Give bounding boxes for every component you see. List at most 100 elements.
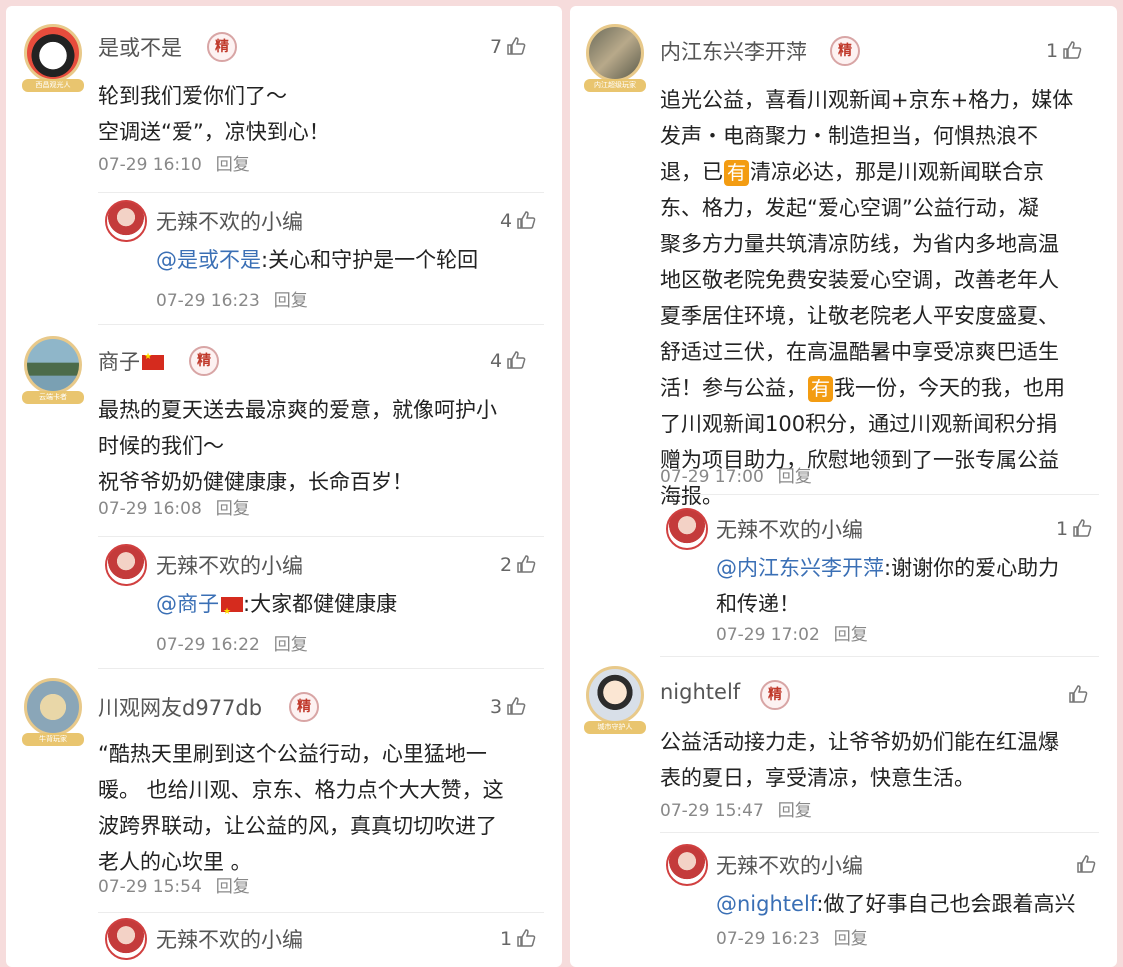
reply-text: @内江东兴李开萍:谢谢你的爱心助力 和传递！ — [716, 550, 1059, 622]
divider — [98, 192, 544, 193]
thumbs-up-icon — [1073, 519, 1092, 537]
like-count: 7 — [490, 36, 503, 58]
photo-avatar-icon — [586, 24, 644, 82]
like-count: 3 — [490, 696, 503, 718]
reply-link[interactable]: 回复 — [216, 499, 250, 519]
reply-meta: 07-29 16:22 回复 — [156, 630, 308, 655]
comment-meta: 07-29 16:08 回复 — [98, 494, 250, 519]
reply-username[interactable]: 无辣不欢的小编 — [156, 206, 303, 236]
comment-line: 最热的夏天送去最凉爽的爱意，就像呵护小 — [98, 398, 497, 422]
reply-username[interactable]: 无辣不欢的小编 — [156, 550, 303, 580]
comment-line: 东、格力，发起“爱心空调”公益行动，凝 — [660, 190, 1073, 226]
reply-content: :大家都健健康康 — [243, 592, 398, 616]
like-count: 1 — [500, 928, 513, 950]
thumbs-up-icon — [1077, 855, 1096, 873]
character-avatar-icon — [24, 678, 82, 736]
avatar[interactable]: 云端卡者 — [22, 336, 84, 404]
character-avatar-icon — [586, 666, 644, 724]
like-button[interactable] — [1064, 684, 1088, 706]
thumbs-up-icon — [1063, 41, 1082, 59]
panda-avatar-icon — [24, 24, 82, 82]
reply-avatar[interactable] — [105, 918, 147, 960]
you-highlight-badge: 有 — [808, 376, 834, 402]
comment-text-segment: 发声・电商聚力・制造担当，何惧热浪不 — [660, 124, 1038, 148]
reply-avatar[interactable] — [666, 508, 708, 550]
comment-text-segment: 海报。 — [660, 484, 723, 508]
featured-badge: 精 — [289, 692, 319, 722]
landscape-avatar-icon — [24, 336, 82, 394]
mention-link[interactable]: @商子 — [156, 592, 243, 630]
mention-link[interactable]: @内江东兴李开萍 — [716, 556, 884, 580]
comment-time: 07-29 15:47 — [660, 801, 764, 821]
mention-link[interactable]: @是或不是 — [156, 248, 261, 272]
comment-text: 轮到我们爱你们了～ 空调送“爱”，凉快到心！ — [98, 78, 330, 150]
avatar[interactable]: 牛背玩家 — [22, 678, 84, 746]
avatar-tag: 城市守护人 — [584, 721, 646, 734]
avatar[interactable]: 西昌观光人 — [22, 24, 84, 92]
comment-line: 波跨界联动，让公益的风，真真切切吹进了 — [98, 814, 497, 838]
reply-meta: 07-29 17:02 回复 — [716, 620, 868, 645]
comment-panel-right: 内江超级玩家 内江东兴李开萍 精 1 追光公益，喜看川观新闻+京东+格力，媒体发… — [570, 6, 1117, 967]
comment-line: 公益活动接力走，让爷爷奶奶们能在红温爆 — [660, 730, 1059, 754]
like-count: 1 — [1046, 40, 1059, 62]
divider — [98, 324, 544, 325]
comment-text: 最热的夏天送去最凉爽的爱意，就像呵护小 时候的我们～ 祝爷爷奶奶健健康康，长命百… — [98, 392, 497, 500]
reply-username[interactable]: 无辣不欢的小编 — [156, 924, 303, 954]
reply-username[interactable]: 无辣不欢的小编 — [716, 850, 863, 880]
reply-time: 07-29 17:02 — [716, 625, 820, 645]
comment-username[interactable]: 是或不是 — [98, 32, 182, 62]
comment-line: 表的夏日，享受清凉，快意生活。 — [660, 766, 975, 790]
comment-text-segment: 退，已 — [660, 160, 723, 184]
reply-link[interactable]: 回复 — [778, 801, 812, 821]
reply-avatar[interactable] — [105, 200, 147, 242]
like-count: 4 — [490, 350, 503, 372]
like-button[interactable]: 4 — [490, 350, 526, 372]
reply-avatar[interactable] — [666, 844, 708, 886]
comment-line: 暖。 也给川观、京东、格力点个大大赞，这 — [98, 778, 504, 802]
thumbs-up-icon — [507, 37, 526, 55]
comment-meta: 07-29 15:47 回复 — [660, 796, 812, 821]
like-button[interactable]: 4 — [500, 210, 536, 232]
comment-meta: 07-29 16:10 回复 — [98, 150, 250, 175]
comment-username[interactable]: 川观网友d977db — [98, 692, 262, 722]
comment-text-segment: 东、格力，发起“爱心空调”公益行动，凝 — [660, 196, 1039, 220]
reply-content: 和传递！ — [716, 592, 800, 616]
reply-link[interactable]: 回复 — [216, 877, 250, 897]
avatar[interactable]: 城市守护人 — [584, 666, 646, 734]
comment-meta: 07-29 17:00 回复 — [660, 462, 812, 487]
divider — [98, 668, 544, 669]
like-button[interactable]: 3 — [490, 696, 526, 718]
reply-link[interactable]: 回复 — [834, 929, 868, 949]
reply-link[interactable]: 回复 — [274, 635, 308, 655]
reply-meta: 07-29 16:23 回复 — [716, 924, 868, 949]
like-button[interactable]: 1 — [500, 928, 536, 950]
comment-username[interactable]: 内江东兴李开萍 — [660, 36, 807, 66]
avatar[interactable]: 内江超级玩家 — [584, 24, 646, 92]
comment-line: 聚多方力量共筑清凉防线，为省内多地高温 — [660, 226, 1073, 262]
comment-username[interactable]: nightelf — [660, 680, 740, 704]
reply-text: @nightelf:做了好事自己也会跟着高兴 — [716, 886, 1076, 922]
reply-link[interactable]: 回复 — [778, 467, 812, 487]
like-button[interactable]: 2 — [500, 554, 536, 576]
reply-username[interactable]: 无辣不欢的小编 — [716, 514, 863, 544]
thumbs-up-icon — [517, 929, 536, 947]
thumbs-up-icon — [517, 555, 536, 573]
comment-text-segment: 清凉必达，那是川观新闻联合京 — [750, 160, 1045, 184]
reply-link[interactable]: 回复 — [274, 291, 308, 311]
avatar-tag: 云端卡者 — [22, 391, 84, 404]
reply-link[interactable]: 回复 — [216, 155, 250, 175]
divider — [98, 536, 544, 537]
featured-badge: 精 — [207, 32, 237, 62]
like-button[interactable]: 1 — [1046, 40, 1082, 62]
comment-line: 退，已有清凉必达，那是川观新闻联合京 — [660, 154, 1073, 190]
comment-line: 活！参与公益，有我一份，今天的我，也用 — [660, 370, 1073, 406]
like-button[interactable] — [1072, 854, 1096, 876]
reply-link[interactable]: 回复 — [834, 625, 868, 645]
thumbs-up-icon — [507, 697, 526, 715]
like-button[interactable]: 1 — [1056, 518, 1092, 540]
comment-username[interactable]: 商子 — [98, 346, 164, 376]
like-button[interactable]: 7 — [490, 36, 526, 58]
mention-link[interactable]: @nightelf — [716, 892, 816, 916]
comment-line: 时候的我们～ — [98, 434, 224, 458]
reply-avatar[interactable] — [105, 544, 147, 586]
